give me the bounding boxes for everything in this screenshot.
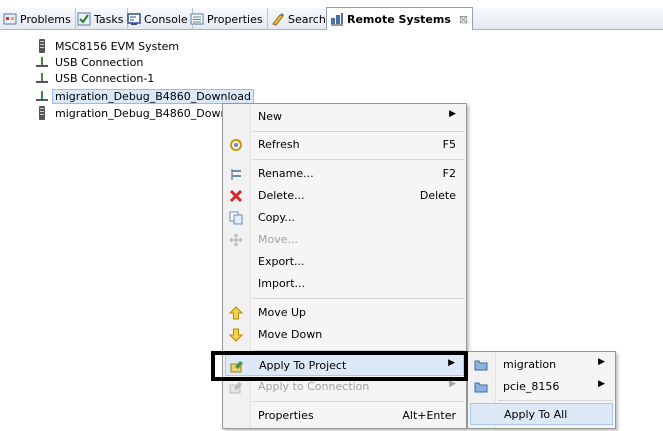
menu-item-label: Move Down xyxy=(258,328,323,341)
tab-properties[interactable]: Properties xyxy=(187,8,268,30)
menu-separator xyxy=(253,350,464,351)
menu-item-label: Move... xyxy=(258,233,298,246)
copy-icon xyxy=(229,211,243,225)
menu-item-label: Apply To All xyxy=(504,408,568,421)
tree-item-label: migration_Debug_B4860_Downlo xyxy=(55,106,238,120)
problems-icon xyxy=(3,12,17,26)
tab-tasks[interactable]: Tasks xyxy=(74,8,129,30)
shortcut-label: F2 xyxy=(442,167,456,180)
menu-item-label: Apply To Project xyxy=(259,359,347,372)
menu-item-delete[interactable]: Delete... Delete xyxy=(225,185,464,207)
menu-item-export[interactable]: Export... xyxy=(225,251,464,273)
tab-label: Remote Systems xyxy=(347,12,451,26)
tab-label: Problems xyxy=(20,12,71,26)
submenu-arrow-icon: ▶ xyxy=(449,379,456,389)
menu-item-label: Copy... xyxy=(258,211,295,224)
search-icon xyxy=(271,12,285,26)
usb-connection-icon xyxy=(35,71,49,85)
rename-icon xyxy=(229,167,243,181)
menu-item-label: Apply to Connection xyxy=(258,380,370,393)
menu-separator xyxy=(498,400,613,401)
apply-project-icon xyxy=(230,359,244,373)
tab-label: Console xyxy=(144,12,188,26)
menu-item-label: New xyxy=(258,110,282,123)
submenu-item-migration[interactable]: migration ▶ xyxy=(470,354,613,376)
tree-item-selected[interactable]: migration_Debug_B4860_Download xyxy=(35,88,254,104)
menu-item-new[interactable]: New ▶ xyxy=(225,106,464,128)
usb-connection-icon xyxy=(35,89,49,103)
properties-icon xyxy=(190,12,204,26)
menu-item-label: migration xyxy=(503,358,557,371)
submenu-arrow-icon: ▶ xyxy=(598,357,605,367)
menu-item-label: Export... xyxy=(258,255,305,268)
arrow-up-icon xyxy=(228,306,244,320)
shortcut-label: F5 xyxy=(442,138,456,151)
menu-item-move-up[interactable]: Move Up xyxy=(225,302,464,324)
remote-systems-view: Problems Tasks Console Properties Search xyxy=(0,0,663,431)
apply-to-project-submenu: migration ▶ pcie_8156 ▶ Apply To All xyxy=(467,351,616,429)
menu-item-move-down[interactable]: Move Down xyxy=(225,324,464,346)
tab-search[interactable]: Search xyxy=(268,8,331,30)
menu-item-refresh[interactable]: Refresh F5 xyxy=(225,134,464,156)
menu-item-label: Rename... xyxy=(258,167,314,180)
tasks-icon xyxy=(77,12,91,26)
menu-item-copy[interactable]: Copy... xyxy=(225,207,464,229)
tree-item[interactable]: USB Connection xyxy=(35,54,146,70)
menu-item-apply-to-connection: Apply to Connection ▶ xyxy=(225,376,464,398)
submenu-item-apply-to-all[interactable]: Apply To All xyxy=(470,403,613,425)
folder-icon xyxy=(474,380,488,394)
tree-item[interactable]: USB Connection-1 xyxy=(35,70,157,86)
context-menu: New ▶ Refresh F5 Rename... F2 Delete... … xyxy=(222,103,467,429)
tree-item[interactable]: MSC8156 EVM System xyxy=(35,38,182,54)
tab-label: Tasks xyxy=(94,12,124,26)
move-icon xyxy=(229,233,243,247)
usb-connection-icon xyxy=(35,55,49,69)
menu-separator xyxy=(253,298,464,299)
menu-item-label: Move Up xyxy=(258,306,307,319)
menu-item-label: Delete... xyxy=(258,189,305,202)
tab-problems[interactable]: Problems xyxy=(0,8,76,30)
console-icon xyxy=(127,12,141,26)
shortcut-label: Alt+Enter xyxy=(402,409,456,422)
shortcut-label: Delete xyxy=(419,189,456,202)
folder-icon xyxy=(474,358,488,372)
menu-item-label: Properties xyxy=(258,409,314,422)
tab-remote-systems[interactable]: Remote Systems ⊠ xyxy=(326,7,474,30)
menu-item-rename[interactable]: Rename... F2 xyxy=(225,163,464,185)
device-icon xyxy=(35,106,49,120)
arrow-down-icon xyxy=(228,328,244,342)
delete-icon xyxy=(229,189,243,203)
menu-item-import[interactable]: Import... xyxy=(225,273,464,295)
menu-item-label: Import... xyxy=(258,277,305,290)
menu-item-label: pcie_8156 xyxy=(503,380,560,393)
menu-item-move: Move... xyxy=(225,229,464,251)
menu-separator xyxy=(253,131,464,132)
menu-separator xyxy=(253,159,464,160)
menu-item-apply-to-project[interactable]: Apply To Project ▶ xyxy=(225,354,464,376)
tree-item-label: USB Connection xyxy=(55,55,144,69)
tab-label: Search xyxy=(288,12,326,26)
tab-label: Properties xyxy=(207,12,263,26)
tree-item[interactable]: migration_Debug_B4860_Downlo xyxy=(35,105,240,121)
menu-item-properties[interactable]: Properties Alt+Enter xyxy=(225,405,464,427)
device-icon xyxy=(35,39,49,53)
close-icon[interactable]: ⊠ xyxy=(459,13,468,26)
tab-console[interactable]: Console xyxy=(124,8,193,30)
tree-item-label: MSC8156 EVM System xyxy=(55,39,180,53)
apply-connection-icon xyxy=(229,380,243,394)
tree-item-label: USB Connection-1 xyxy=(55,71,155,85)
submenu-arrow-icon: ▶ xyxy=(448,358,455,368)
submenu-arrow-icon: ▶ xyxy=(598,379,605,389)
remote-systems-icon xyxy=(330,12,344,26)
view-tab-bar: Problems Tasks Console Properties Search xyxy=(0,7,663,30)
tree-item-label: migration_Debug_B4860_Download xyxy=(52,88,254,104)
menu-item-label: Refresh xyxy=(258,138,300,151)
submenu-item-pcie-8156[interactable]: pcie_8156 ▶ xyxy=(470,376,613,398)
refresh-icon xyxy=(229,138,243,152)
submenu-arrow-icon: ▶ xyxy=(449,109,456,119)
menu-separator xyxy=(253,401,464,402)
